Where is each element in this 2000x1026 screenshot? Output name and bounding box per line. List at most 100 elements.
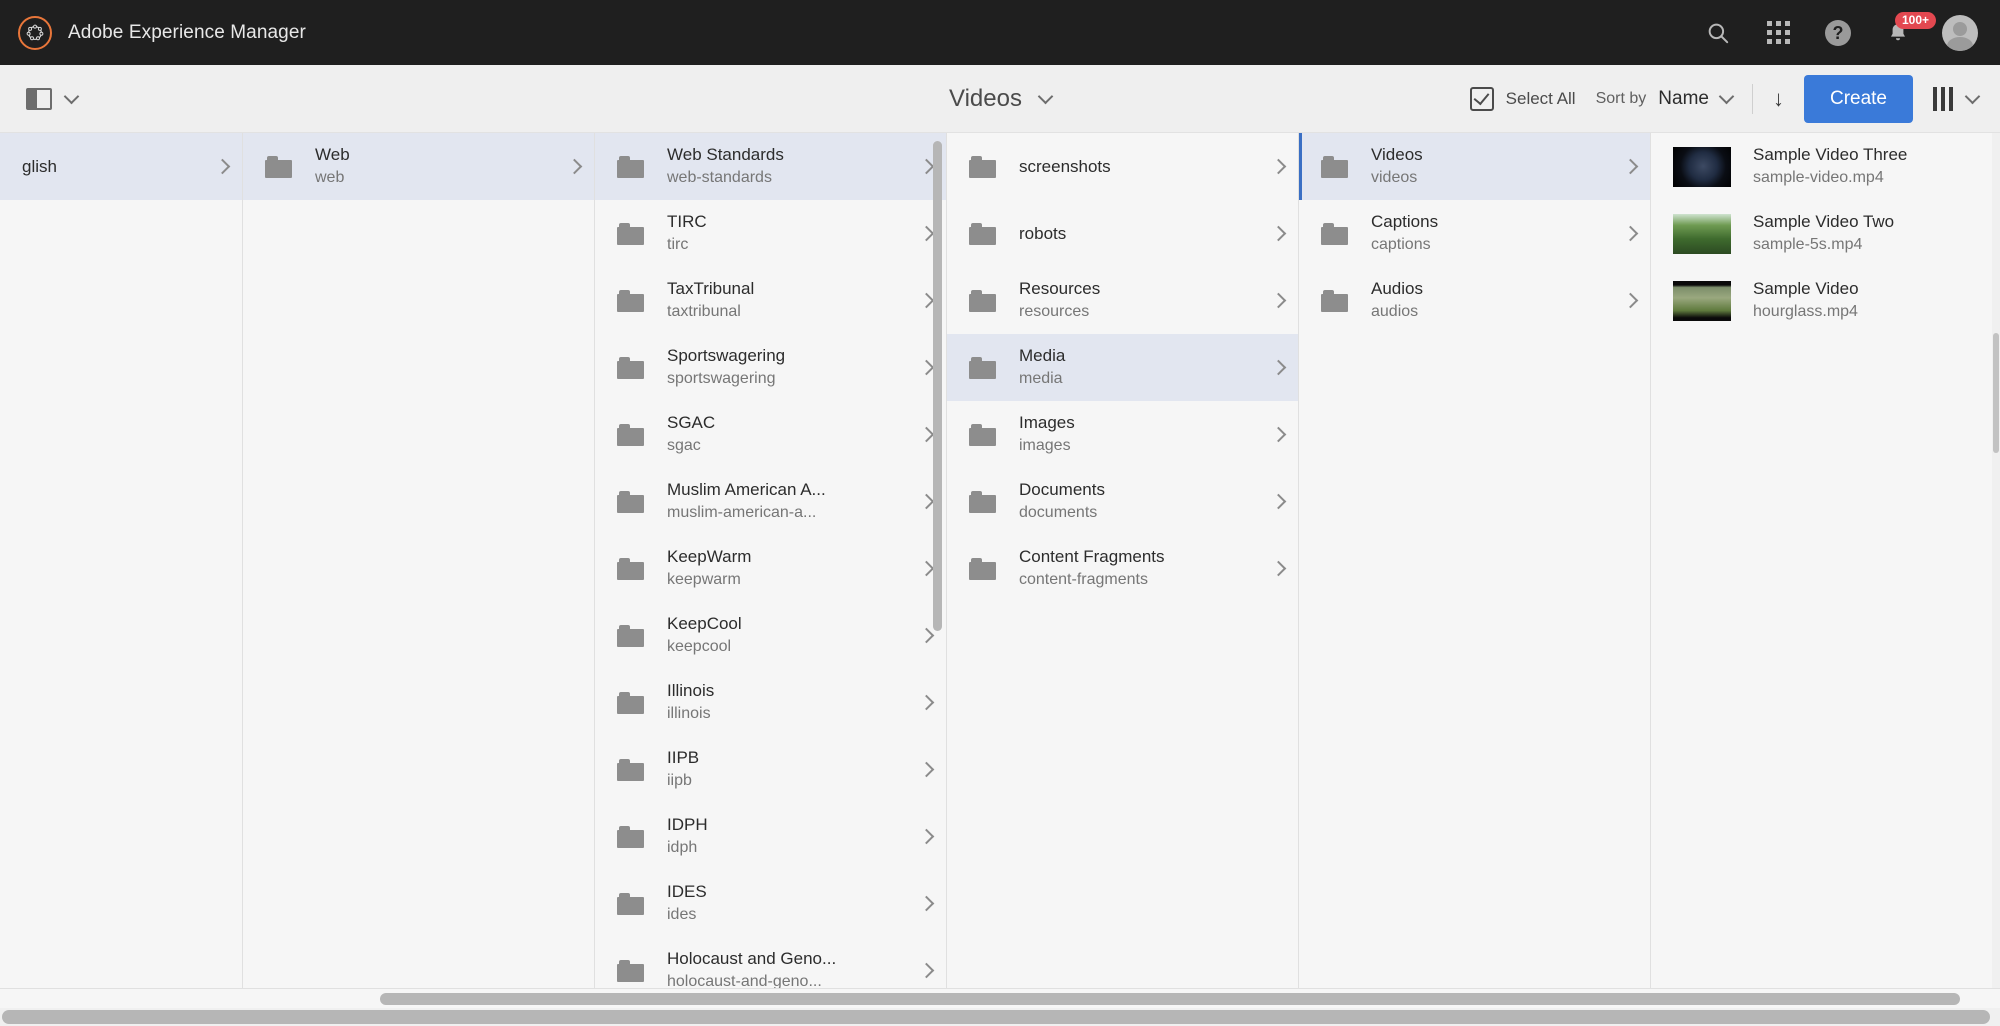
- notifications-bell-icon[interactable]: 100+: [1882, 11, 1937, 49]
- chevron-right-icon: [1270, 359, 1287, 376]
- folder-list-item[interactable]: IDPH idph: [595, 803, 946, 870]
- user-avatar[interactable]: [1942, 14, 1978, 51]
- page-horizontal-scrollbar-thumb[interactable]: [2, 1010, 1990, 1024]
- list-item-title: robots: [1019, 223, 1067, 243]
- folder-list-item[interactable]: Resources resources: [947, 267, 1298, 334]
- page-horizontal-scrollbar-track[interactable]: [0, 1008, 2000, 1026]
- app-grid-icon[interactable]: [1762, 17, 1794, 49]
- folder-list-item[interactable]: Audios audios: [1299, 267, 1650, 334]
- folder-list-item[interactable]: Content Fragments content-fragments: [947, 535, 1298, 602]
- folder-icon: [617, 557, 645, 580]
- folder-list-item[interactable]: TaxTribunal taxtribunal: [595, 267, 946, 334]
- sort-direction-descending-icon[interactable]: ↓: [1773, 87, 1784, 110]
- top-bar-actions: ? 100+: [1702, 11, 2000, 51]
- chevron-down-icon: [63, 88, 80, 104]
- folder-list-item[interactable]: KeepCool keepcool: [595, 602, 946, 669]
- chevron-down-icon: [1037, 88, 1054, 104]
- folder-icon: [617, 423, 645, 446]
- column-media-children: Videos videos Captions captions Audios audios: [1299, 133, 1651, 988]
- chevron-right-icon: [566, 158, 583, 175]
- list-item-labels: KeepCool keepcool: [667, 613, 911, 657]
- list-item-labels: SGAC sgac: [667, 412, 911, 456]
- list-item-labels: Muslim American A... muslim-american-a...: [667, 479, 911, 523]
- folder-list-item[interactable]: glish: [0, 133, 242, 200]
- list-item-subtitle: taxtribunal: [667, 302, 741, 320]
- select-all-button[interactable]: Select All: [1469, 86, 1576, 111]
- folder-list-item[interactable]: SGAC sgac: [595, 401, 946, 468]
- folder-icon: [969, 423, 997, 446]
- list-item-labels: Videos videos: [1371, 144, 1615, 188]
- list-item-labels: IDES ides: [667, 881, 911, 925]
- sort-by-control[interactable]: Sort by Name: [1595, 88, 1735, 110]
- list-item-title: Holocaust and Geno...: [667, 949, 837, 969]
- folder-icon: [617, 624, 645, 647]
- list-item-subtitle: sportswagering: [667, 369, 776, 387]
- asset-list-item[interactable]: Sample Video Three sample-video.mp4: [1651, 133, 2000, 200]
- asset-thumbnail: [1673, 213, 1731, 254]
- content-vertical-scrollbar-thumb[interactable]: [1993, 333, 1999, 453]
- folder-list-item[interactable]: Holocaust and Geno... holocaust-and-geno.…: [595, 937, 946, 988]
- list-item-labels: Documents documents: [1019, 479, 1263, 523]
- folder-list-item[interactable]: Videos videos: [1299, 133, 1650, 200]
- notification-count-badge: 100+: [1895, 11, 1937, 29]
- folder-list-item[interactable]: TIRC tirc: [595, 200, 946, 267]
- current-folder-selector[interactable]: Videos: [949, 85, 1054, 113]
- help-question-mark: ?: [1825, 19, 1851, 46]
- chevron-right-icon: [918, 828, 935, 845]
- columns-horizontal-scrollbar-track[interactable]: [0, 988, 2000, 1008]
- folder-list-item[interactable]: KeepWarm keepwarm: [595, 535, 946, 602]
- folder-list-item[interactable]: Web Standards web-standards: [595, 133, 946, 200]
- folder-icon: [617, 490, 645, 513]
- list-item-title: TIRC: [667, 212, 707, 232]
- list-item-subtitle: resources: [1019, 302, 1090, 320]
- folder-icon: [1321, 155, 1349, 178]
- folder-list-item[interactable]: Web web: [243, 133, 594, 200]
- list-item-subtitle: sample-5s.mp4: [1753, 235, 1863, 253]
- list-item-labels: KeepWarm keepwarm: [667, 546, 911, 590]
- view-switcher[interactable]: [1933, 86, 1981, 111]
- search-icon[interactable]: [1702, 17, 1734, 49]
- list-item-labels: Resources resources: [1019, 278, 1263, 322]
- folder-icon: [617, 825, 645, 848]
- asset-thumbnail: [1673, 280, 1731, 321]
- list-item-title: Sportswagering: [667, 346, 786, 366]
- folder-list-item[interactable]: IIPB iipb: [595, 736, 946, 803]
- folder-list-item[interactable]: Illinois illinois: [595, 669, 946, 736]
- folder-list-item[interactable]: Captions captions: [1299, 200, 1650, 267]
- folder-list-item[interactable]: Sportswagering sportswagering: [595, 334, 946, 401]
- folder-list-item[interactable]: robots: [947, 200, 1298, 267]
- column-web-children: Web Standards web-standards TIRC tirc TaxTri…: [595, 133, 947, 988]
- asset-list-item[interactable]: Sample Video hourglass.mp4: [1651, 267, 2000, 334]
- folder-list-item[interactable]: screenshots: [947, 133, 1298, 200]
- create-button[interactable]: Create: [1803, 74, 1913, 123]
- sort-by-label: Sort by: [1595, 89, 1647, 107]
- content-vertical-scrollbar-track[interactable]: [1992, 133, 2000, 988]
- folder-icon: [969, 155, 997, 178]
- list-item-subtitle: content-fragments: [1019, 570, 1148, 588]
- column-vertical-scrollbar-thumb[interactable]: [933, 141, 942, 631]
- folder-list-item[interactable]: Muslim American A... muslim-american-a...: [595, 468, 946, 535]
- list-item-labels: screenshots: [1019, 156, 1263, 177]
- folder-list-item[interactable]: IDES ides: [595, 870, 946, 937]
- folder-list-item[interactable]: Documents documents: [947, 468, 1298, 535]
- folder-list-item[interactable]: Media media: [947, 334, 1298, 401]
- folder-icon: [617, 892, 645, 915]
- folder-icon: [969, 222, 997, 245]
- chevron-right-icon: [918, 292, 935, 309]
- folder-icon: [617, 289, 645, 312]
- column-video-assets: Sample Video Three sample-video.mp4 Sample…: [1651, 133, 2000, 988]
- list-item-subtitle: holocaust-and-geno...: [667, 972, 822, 988]
- folder-list-item[interactable]: Images images: [947, 401, 1298, 468]
- list-item-title: Sample Video Two: [1753, 212, 1895, 232]
- list-item-labels: IDPH idph: [667, 814, 911, 858]
- list-item-labels: TaxTribunal taxtribunal: [667, 278, 911, 322]
- help-icon[interactable]: ?: [1822, 17, 1854, 49]
- toggle-side-rail-button[interactable]: [26, 87, 80, 110]
- folder-icon: [265, 155, 293, 178]
- columns-horizontal-scrollbar-thumb[interactable]: [380, 993, 1960, 1005]
- chevron-right-icon: [918, 493, 935, 510]
- brand-area[interactable]: Adobe Experience Manager: [0, 15, 306, 50]
- list-item-subtitle: idph: [667, 838, 698, 856]
- asset-list-item[interactable]: Sample Video Two sample-5s.mp4: [1651, 200, 2000, 267]
- list-item-title: Videos: [1371, 145, 1423, 165]
